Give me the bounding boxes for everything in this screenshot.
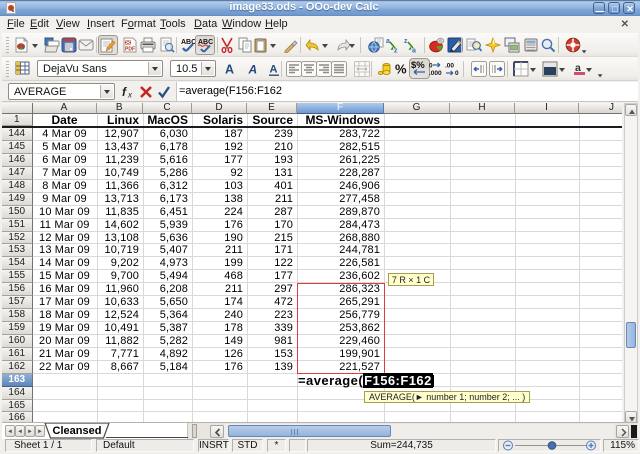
svg-text:.000: .000 (429, 70, 442, 77)
svg-text:%: % (395, 62, 407, 77)
svg-text:A: A (270, 64, 278, 76)
svg-text:.00: .00 (445, 63, 454, 70)
svg-text:A: A (248, 63, 258, 77)
svg-text:PDF: PDF (125, 47, 135, 53)
svg-text:A: A (225, 63, 234, 77)
svg-text:f: f (122, 85, 127, 99)
svg-text:ABC: ABC (181, 39, 196, 46)
svg-text:0: 0 (455, 70, 459, 77)
svg-text:$%: $% (411, 60, 425, 71)
svg-text:x: x (127, 91, 133, 100)
svg-text:0: 0 (429, 63, 433, 70)
svg-text:z: z (404, 38, 408, 45)
svg-text:a: a (386, 38, 390, 45)
